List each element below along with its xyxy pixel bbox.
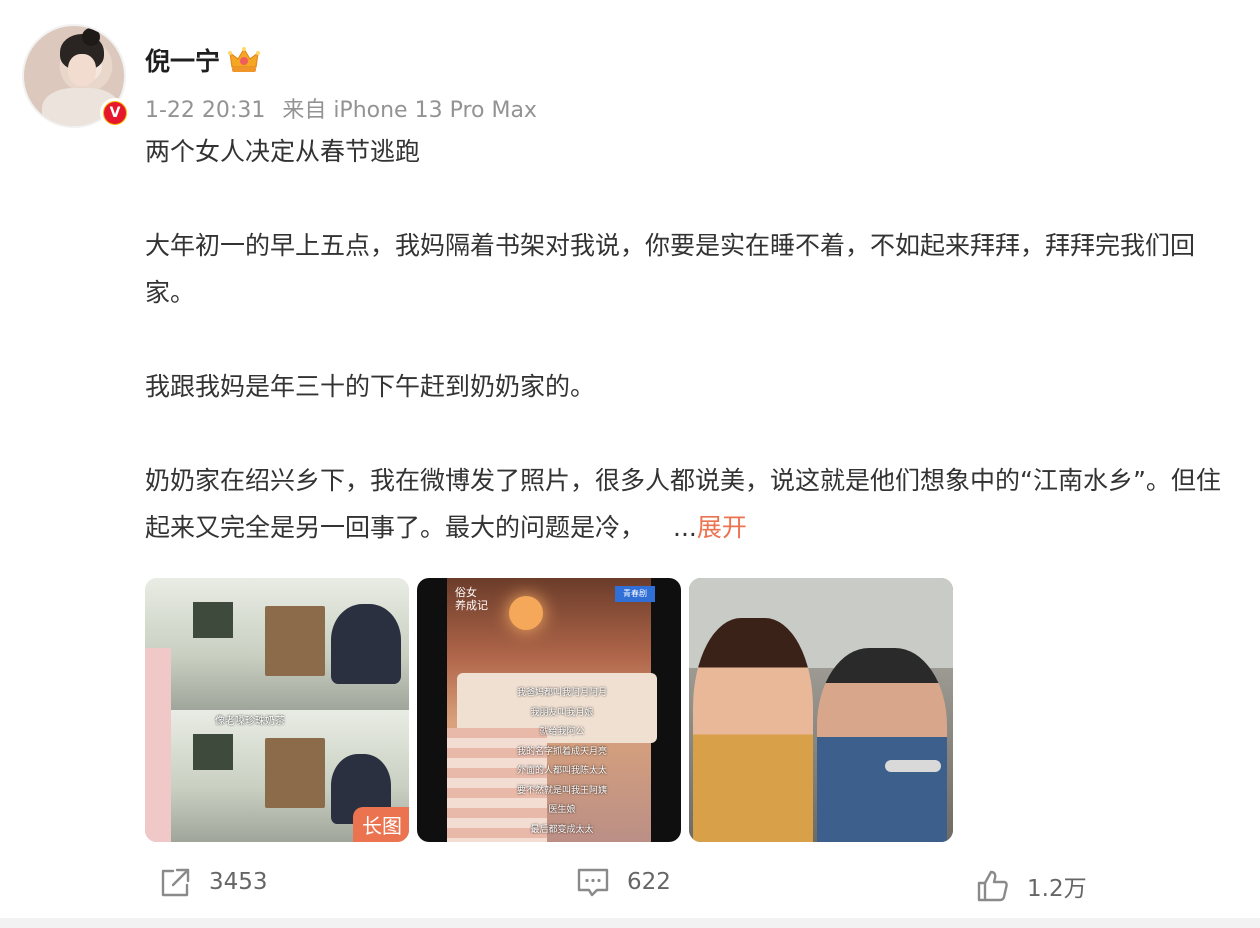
post-meta: 1-22 20:31 来自 iPhone 13 Pro Max <box>145 92 547 124</box>
post-paragraph-last: 奶奶家在绍兴乡下，我在微博发了照片，很多人都说美，说这就是他们想象中的“江南水乡… <box>145 457 1225 551</box>
post-content: 两个女人决定从春节逃跑 大年初一的早上五点，我妈隔着书架对我说，你要是实在睡不着… <box>145 128 1225 551</box>
long-image-tag: 长图 <box>353 807 409 842</box>
comment-count: 622 <box>627 869 671 895</box>
image-grid: 像老嗓珍珠奶茶 长图 俗女 养成记 青春剧 我爸妈都叫我阿月阿月 我朋友叫我月娘… <box>145 578 953 842</box>
comment-button[interactable]: 622 <box>575 864 671 900</box>
expand-link[interactable]: 展开 <box>697 513 747 542</box>
like-icon <box>977 870 1008 902</box>
post-image-2[interactable]: 俗女 养成记 青春剧 我爸妈都叫我阿月阿月 我朋友叫我月娘 就给我阿公 我的名字… <box>417 578 681 842</box>
bottom-divider <box>0 918 1260 928</box>
repost-count: 3453 <box>209 869 268 895</box>
comment-icon <box>577 868 609 897</box>
post-paragraph: 两个女人决定从春节逃跑 <box>145 137 421 166</box>
like-count: 1.2万 <box>1027 876 1087 902</box>
repost-icon <box>161 868 190 897</box>
username[interactable]: 倪一宁 <box>145 42 220 78</box>
post-paragraph: 大年初一的早上五点，我妈隔着书架对我说，你要是实在睡不着，不如起来拜拜，拜拜完我… <box>145 231 1196 307</box>
post-image-1[interactable]: 像老嗓珍珠奶茶 长图 <box>145 578 409 842</box>
crown-icon[interactable] <box>228 45 261 75</box>
verified-badge-icon: V <box>100 98 130 128</box>
image-logo: 俗女 养成记 <box>455 586 488 612</box>
like-button[interactable]: 1.2万 <box>975 868 1087 904</box>
ellipsis: ... <box>673 513 697 542</box>
post-source: 来自 iPhone 13 Pro Max <box>282 98 537 123</box>
post-paragraph: 我跟我妈是年三十的下午赶到奶奶家的。 <box>145 372 596 401</box>
user-header: 倪一宁 <box>145 42 261 78</box>
image-caption: 像老嗓珍珠奶茶 <box>215 716 285 727</box>
image-subtitles: 我爸妈都叫我阿月阿月 我朋友叫我月娘 就给我阿公 我的名字抓着成天月亮 外面的人… <box>516 688 607 835</box>
repost-button[interactable]: 3453 <box>157 864 268 900</box>
post-image-3[interactable] <box>689 578 953 842</box>
action-bar: 3453 622 1.2万 <box>0 852 1260 912</box>
post-time[interactable]: 1-22 20:31 <box>145 98 265 123</box>
weibo-post: V 倪一宁 1-22 20:31 来自 iPhone 13 Pro Max 两个… <box>0 0 1260 928</box>
avatar[interactable]: V <box>22 24 130 130</box>
image-tag: 青春剧 <box>615 586 655 602</box>
